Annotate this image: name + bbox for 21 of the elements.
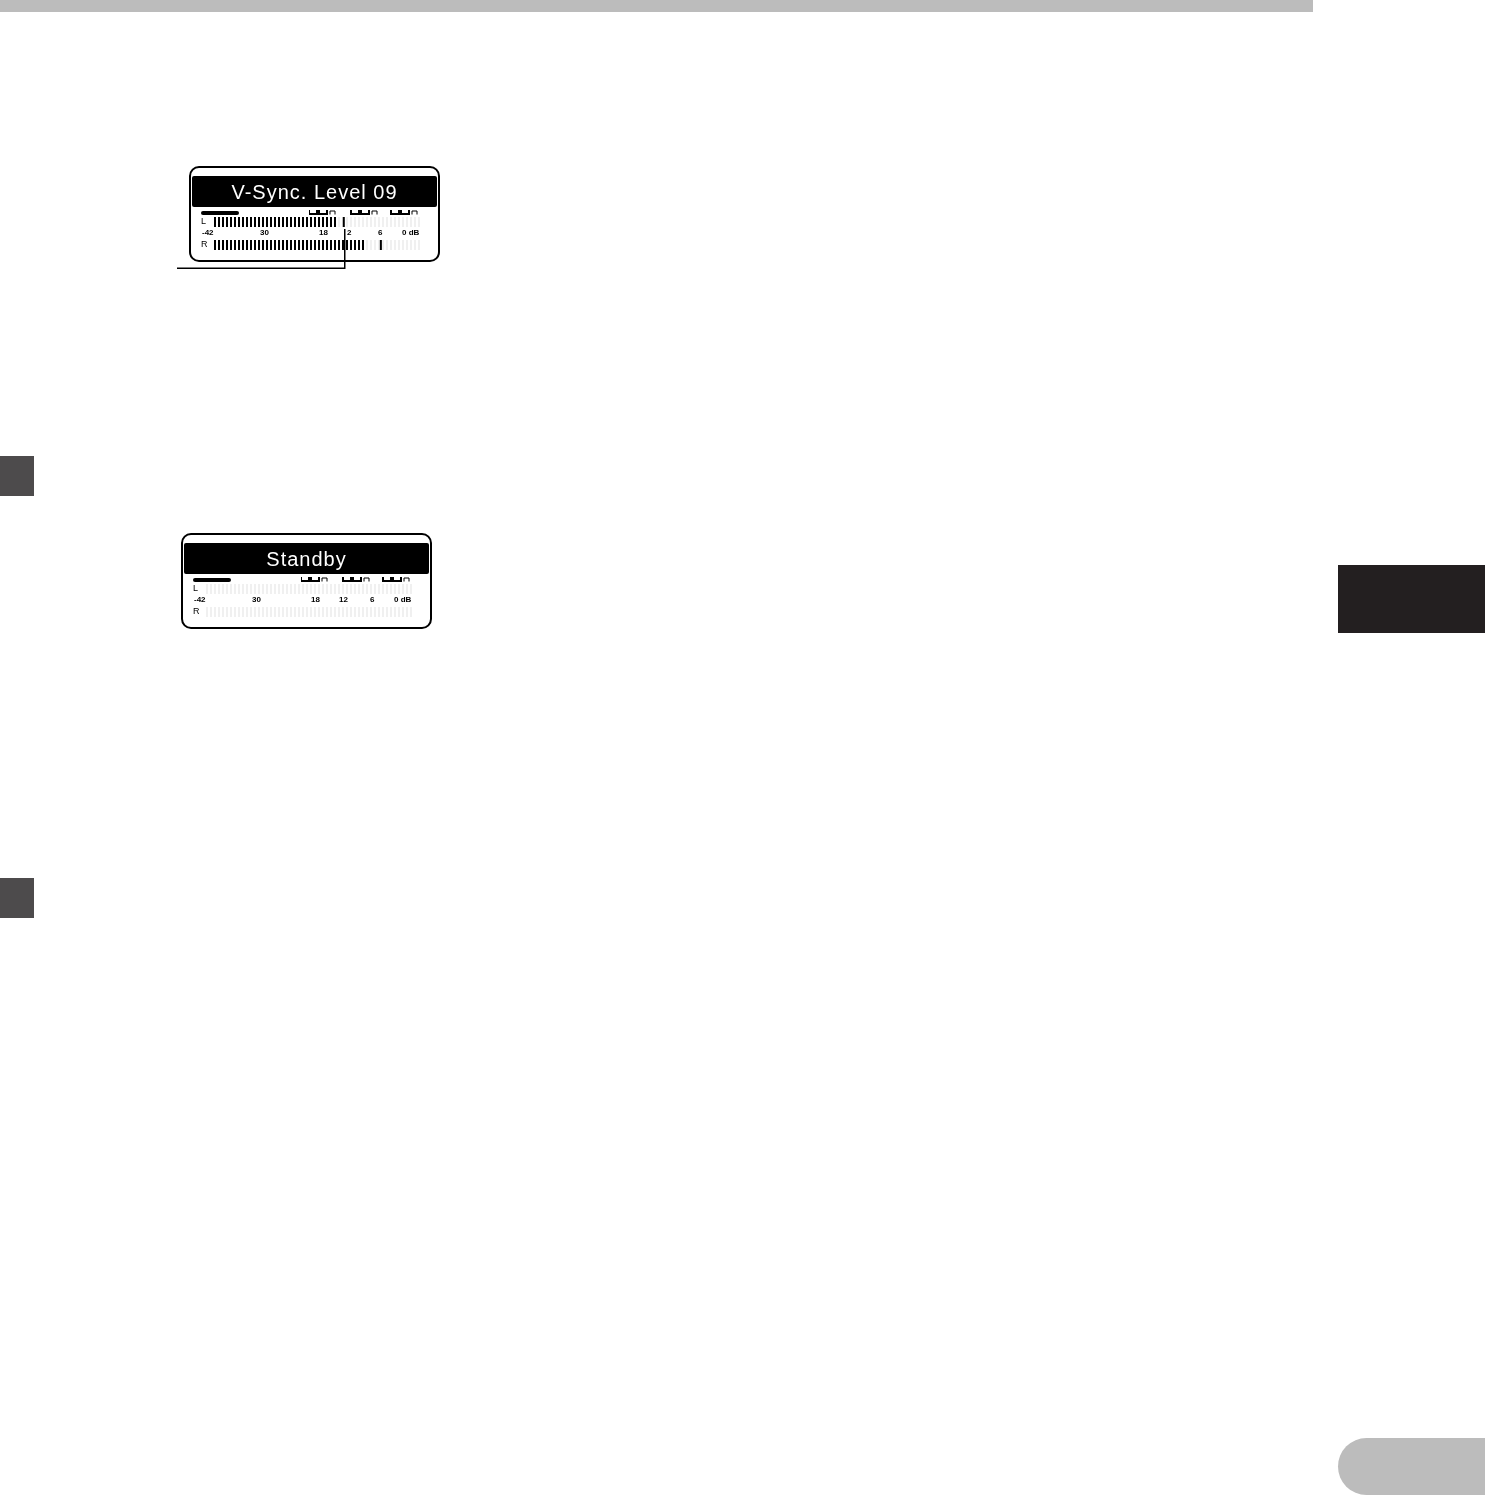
scale-label: 30 [260, 229, 270, 237]
scale-label: 12 [339, 596, 349, 604]
scale-label: 6 [378, 229, 384, 237]
step-marker [0, 456, 34, 496]
bar-icon [193, 578, 231, 582]
channel-label: L [192, 584, 199, 593]
scale-label: 0 dB [394, 596, 413, 604]
scale-label: 0 dB [402, 229, 421, 237]
scale-label: 6 [370, 596, 376, 604]
channel-label: R [200, 240, 209, 249]
display-title-bar: Standby [184, 543, 429, 574]
scale-label: 30 [252, 596, 262, 604]
scale-label: 18 [319, 229, 329, 237]
step-marker [0, 878, 34, 918]
scale-label: -42 [202, 229, 215, 237]
channel-label: L [200, 217, 207, 226]
scale-label: 18 [311, 596, 321, 604]
scale-label: 2 [347, 229, 353, 237]
channel-label: R [192, 607, 201, 616]
display-title-bar: V-Sync. Level 09 [192, 176, 437, 207]
scale-label: -42 [194, 596, 207, 604]
